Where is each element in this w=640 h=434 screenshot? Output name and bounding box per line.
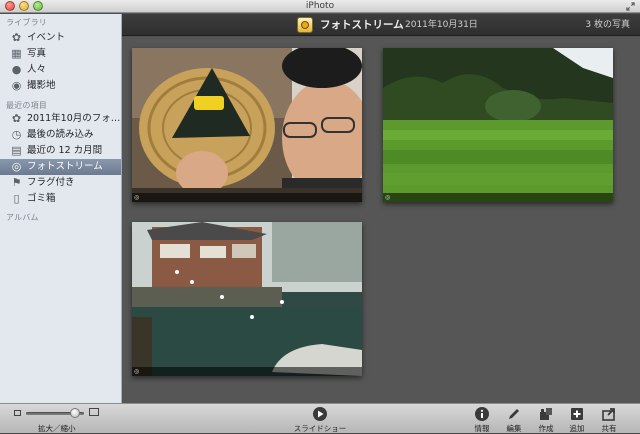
zoom-slider-thumb[interactable] [70,408,81,418]
slideshow-button[interactable]: スライドショー [294,406,346,434]
sidebar-item-trash[interactable]: ▯ ゴミ箱 [0,191,121,207]
photo-thumbnail[interactable]: ◎ [132,222,362,376]
flag-icon: ⚑ [11,176,22,189]
photo-stream-icon [297,17,313,33]
sidebar-item-places[interactable]: ◉ 撮影地 [0,78,121,94]
photo-stream-badge-icon: ◎ [134,368,140,375]
share-icon [602,408,615,421]
content-header: フォトストリーム 2011年10月31日 3 枚の写真 [122,14,640,36]
share-label: 共有 [601,424,617,433]
info-icon [475,407,489,421]
add-label: 追加 [569,424,585,433]
zoom-label: 拡大／縮小 [38,424,76,433]
events-icon: ✿ [11,31,22,44]
info-button[interactable]: 情報 [467,406,497,434]
sidebar-item-label: 最近の 12 カ月間 [27,145,103,156]
photo-count: 3 枚の写真 [585,20,630,30]
page-title: フォトストリーム [320,19,404,31]
sidebar-item-label: 人々 [27,64,47,75]
info-label: 情報 [474,424,490,433]
title-bar: iPhoto [0,0,640,13]
add-button[interactable]: 追加 [562,406,592,434]
add-icon [571,408,583,420]
sidebar-item-october-photos[interactable]: ✿ 2011年10月のフォト… [0,111,121,127]
share-button[interactable]: 共有 [594,406,624,434]
photo-thumbnail[interactable]: ◎ [132,48,362,202]
bottom-toolbar: 拡大／縮小 スライドショー 情報 編集 作成 追加 共有 [0,403,640,433]
sidebar-item-label: 2011年10月のフォト… [27,113,121,124]
photo-stream-icon: ◎ [11,160,22,173]
photos-icon: ▦ [11,47,22,60]
photo-info-bar: ◎ [383,193,613,202]
photo-thumbnail[interactable]: ◎ [383,48,613,202]
albums-heading: アルバム [6,213,39,222]
create-label: 作成 [538,424,554,433]
photo-info-bar: ◎ [132,193,362,202]
last-import-icon: ◷ [11,128,22,141]
calendar-icon: ▤ [11,144,22,157]
sidebar-item-last-12-months[interactable]: ▤ 最近の 12 カ月間 [0,143,121,159]
sidebar-item-events[interactable]: ✿ イベント [0,30,121,46]
window-title: iPhoto [305,1,335,11]
stream-date: 2011年10月31日 [405,20,478,30]
trash-icon: ▯ [13,192,20,205]
zoom-out-icon[interactable] [14,410,21,416]
zoom-in-icon[interactable] [89,408,99,416]
photo-stream-badge-icon: ◎ [385,194,391,201]
slideshow-label: スライドショー [293,424,347,433]
sidebar-item-label: 最後の読み込み [27,129,94,140]
photo-image [132,222,362,376]
events-icon: ✿ [11,112,22,125]
library-heading: ライブラリ [6,18,47,27]
create-icon [540,408,552,420]
create-button[interactable]: 作成 [531,406,561,434]
edit-label: 編集 [506,424,522,433]
sidebar-item-label: フォトストリーム [27,161,103,172]
play-icon [313,407,327,421]
places-icon: ◉ [11,79,22,92]
sidebar-item-photos[interactable]: ▦ 写真 [0,46,121,62]
sidebar-item-label: フラグ付き [27,177,75,188]
sidebar-item-label: 写真 [27,48,47,59]
sidebar-item-label: ゴミ箱 [27,193,56,204]
photo-stream-badge-icon: ◎ [134,194,140,201]
fullscreen-icon[interactable] [626,2,635,11]
sidebar-item-flagged[interactable]: ⚑ フラグ付き [0,175,121,191]
sidebar-item-faces[interactable]: ● 人々 [0,62,121,78]
sidebar-item-last-import[interactable]: ◷ 最後の読み込み [0,127,121,143]
recent-heading: 最近の項目 [6,101,47,110]
photo-info-bar: ◎ [132,367,362,376]
sidebar-item-label: 撮影地 [27,80,56,91]
iphoto-window: iPhoto ライブラリ ✿ イベント ▦ 写真 ● 人々 ◉ 撮影地 最近の項… [0,0,640,433]
sidebar-item-label: イベント [27,32,66,43]
sidebar-item-photo-stream[interactable]: ◎ フォトストリーム [0,159,121,175]
faces-icon: ● [11,63,22,76]
photo-image [132,48,362,202]
edit-button[interactable]: 編集 [499,406,529,434]
pencil-icon [509,409,519,419]
photo-image [383,48,613,202]
photo-grid: ◎ ◎ ◎ [122,37,640,403]
sidebar: ライブラリ ✿ イベント ▦ 写真 ● 人々 ◉ 撮影地 最近の項目 ✿ 201… [0,14,122,403]
